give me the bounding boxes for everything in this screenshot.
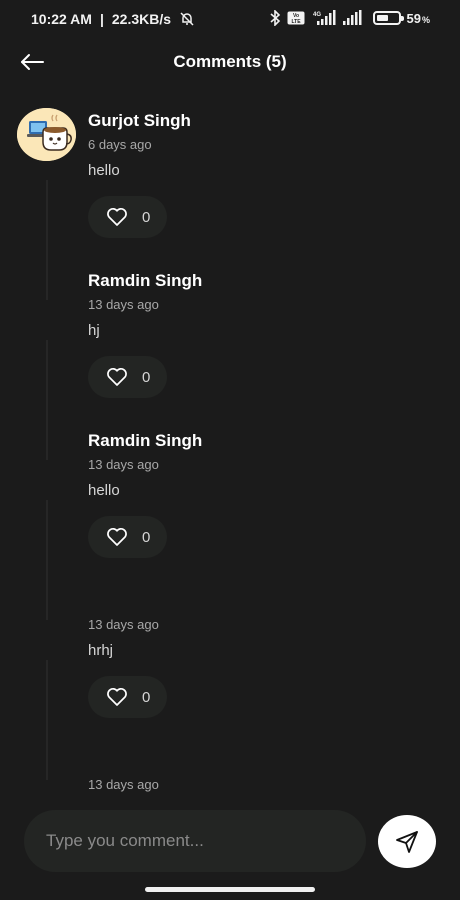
comment-time: 13 days ago (88, 617, 159, 632)
status-speed: 22.3KB/s (111, 11, 172, 27)
comment-item: Gurjot Singh 6 days ago hello 0 (0, 100, 460, 260)
status-left: 10:22 AM | 22.3KB/s (31, 11, 195, 27)
comment-author[interactable]: Gurjot Singh (88, 110, 191, 132)
comment-body: 13 days ago hrhj (88, 590, 159, 661)
comment-text: hj (88, 322, 100, 339)
status-bar: 10:22 AM | 22.3KB/s Vo LTE 4G 59% (0, 0, 460, 38)
status-separator: | (99, 11, 104, 27)
status-time: 10:22 AM (31, 11, 92, 27)
comment-input[interactable] (24, 810, 366, 872)
like-count: 0 (142, 528, 151, 546)
signal-icon (342, 10, 363, 26)
avatar[interactable] (17, 108, 76, 161)
comment-item: Ramdin Singh 13 days ago hj 0 (0, 260, 460, 420)
comment-list[interactable]: Gurjot Singh 6 days ago hello 0 Ramdin S… (0, 100, 460, 800)
comment-time: 13 days ago (88, 457, 159, 472)
comment-body: Ramdin Singh 13 days ago hello (88, 430, 202, 501)
like-button[interactable]: 0 (88, 356, 167, 398)
status-right: Vo LTE 4G 59% (269, 10, 430, 26)
volte-icon: Vo LTE (287, 11, 305, 25)
like-button[interactable]: 0 (88, 196, 167, 238)
heart-icon (107, 368, 127, 386)
comment-item: 13 days ago (0, 740, 460, 800)
like-count: 0 (142, 368, 151, 386)
like-button[interactable]: 0 (88, 676, 167, 718)
heart-icon (107, 688, 127, 706)
page-title: Comments (5) (173, 52, 287, 71)
comment-author[interactable]: Ramdin Singh (88, 430, 202, 452)
bell-off-icon (179, 11, 195, 27)
comment-time: 13 days ago (88, 297, 159, 312)
battery-percent: 59% (406, 10, 430, 26)
battery-fill (376, 15, 389, 21)
avatar-image (17, 108, 76, 161)
send-button[interactable] (378, 815, 436, 868)
comment-body: 13 days ago (88, 750, 159, 793)
signal-icon: 4G (311, 10, 337, 26)
comment-time: 13 days ago (88, 777, 159, 792)
comment-author[interactable]: Ramdin Singh (88, 270, 202, 292)
comment-input-container (24, 810, 366, 872)
battery-icon (372, 11, 404, 25)
heart-icon (107, 528, 127, 546)
svg-text:4G: 4G (313, 12, 321, 18)
comment-author[interactable] (88, 590, 159, 612)
comment-author[interactable] (88, 750, 159, 772)
comment-item: 13 days ago hrhj 0 (0, 580, 460, 740)
like-count: 0 (142, 688, 151, 706)
heart-icon (107, 208, 127, 226)
comment-item: Ramdin Singh 13 days ago hello 0 (0, 420, 460, 580)
bluetooth-icon (269, 10, 281, 26)
home-indicator[interactable] (145, 887, 315, 892)
comment-text: hrhj (88, 642, 114, 659)
svg-text:LTE: LTE (291, 19, 301, 25)
comment-text: hello (88, 482, 120, 499)
comment-text: hello (88, 162, 120, 179)
like-count: 0 (142, 208, 151, 226)
app-header: Comments (5) (0, 38, 460, 88)
like-button[interactable]: 0 (88, 516, 167, 558)
send-icon (396, 830, 418, 853)
comment-body: Ramdin Singh 13 days ago hj (88, 270, 202, 341)
comment-body: Gurjot Singh 6 days ago hello (88, 110, 191, 181)
comment-time: 6 days ago (88, 137, 152, 152)
